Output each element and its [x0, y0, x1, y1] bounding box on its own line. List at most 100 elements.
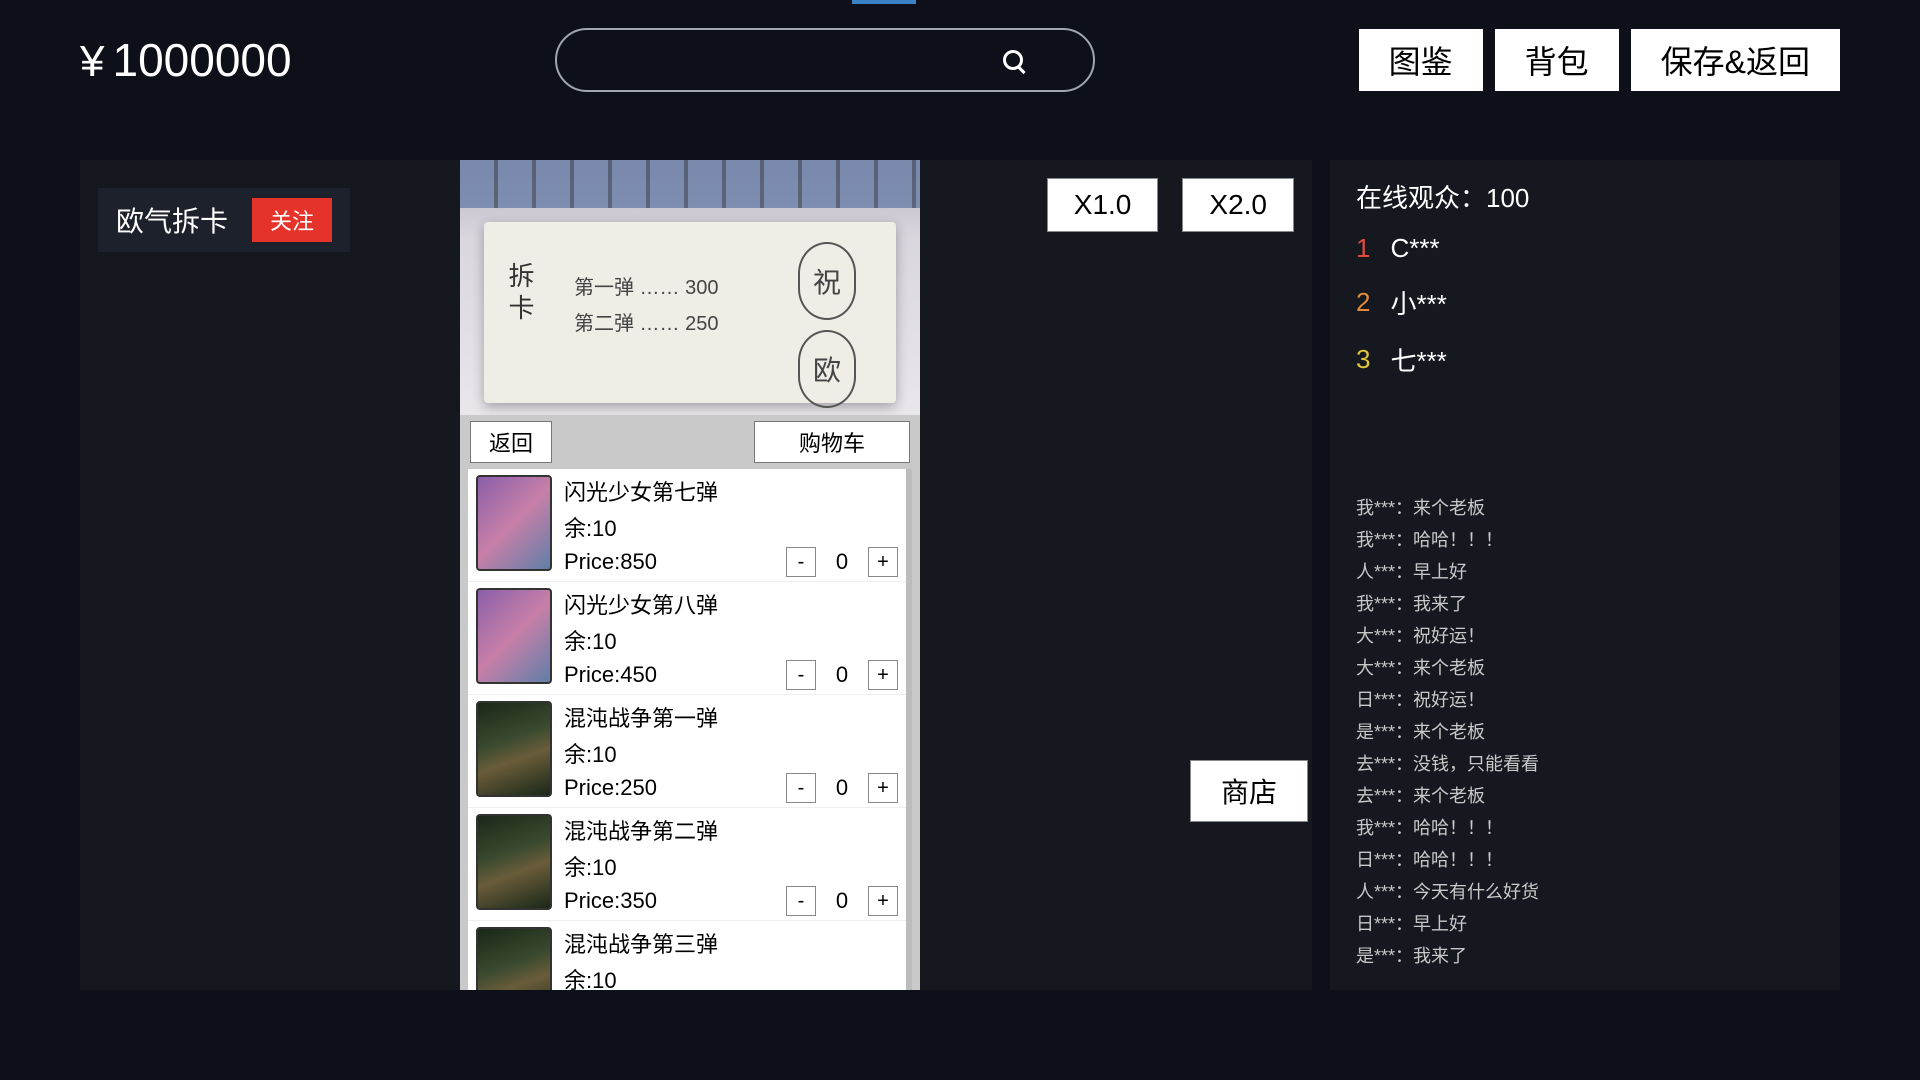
item-stock: 余:10: [564, 963, 898, 990]
shop-back-button[interactable]: 返回: [470, 421, 552, 463]
stream-title: 欧气拆卡: [116, 200, 228, 240]
chat-log[interactable]: 我***：来个老板我***：哈哈！！！ 人***：早上好我***：我来了大***：…: [1356, 492, 1814, 972]
qty-minus-button[interactable]: -: [786, 660, 816, 690]
bag-button[interactable]: 背包: [1495, 29, 1619, 91]
item-price-row: Price:450 -0 +: [564, 660, 898, 690]
qty-controls: -0 +: [786, 773, 898, 803]
item-name: 混沌战争第二弹: [564, 814, 898, 846]
item-name: 混沌战争第三弹: [564, 927, 898, 959]
currency-symbol: ¥: [80, 37, 104, 87]
qty-controls: -0 +: [786, 886, 898, 916]
content: 欧气拆卡 关注 X1.0 X2.0 商店 拆卡 第一弹 …… 300 第二弹 ……: [0, 120, 1920, 990]
top-viewer: 3 七***: [1356, 341, 1814, 378]
item-price: Price:350: [564, 888, 657, 914]
top-viewer-name: 小***: [1390, 284, 1446, 321]
top-viewer-rank: 1: [1356, 233, 1370, 264]
top-indicator: [852, 0, 916, 4]
top-viewer-rank: 2: [1356, 287, 1370, 318]
note-left-text: 拆卡: [502, 262, 539, 326]
item-stock: 余:10: [564, 850, 898, 882]
chat-line: 我***：来个老板: [1356, 492, 1814, 524]
balance-value: 1000000: [112, 33, 291, 87]
speed-1x-button[interactable]: X1.0: [1047, 178, 1159, 232]
search-icon: [1003, 50, 1023, 70]
qty-value: 0: [832, 662, 852, 688]
shop-list[interactable]: 闪光少女第七弹余:10Price:850-0+闪光少女第八弹余:10Price:…: [468, 469, 912, 990]
qty-minus-button[interactable]: -: [786, 886, 816, 916]
item-price: Price:850: [564, 549, 657, 575]
shop-cart-button[interactable]: 购物车: [754, 421, 910, 463]
header: ¥ 1000000 图鉴 背包 保存&返回: [0, 0, 1920, 120]
note-line-2: 第二弹 …… 250: [574, 306, 718, 342]
item-thumbnail: [476, 475, 552, 571]
item-info: 混沌战争第二弹余:10 Price:350 -0 +: [564, 814, 898, 916]
qty-value: 0: [832, 775, 852, 801]
qty-value: 0: [832, 888, 852, 914]
viewers-count: 100: [1486, 183, 1529, 213]
chat-line: 日***：哈哈！！！: [1356, 844, 1814, 876]
chat-line: 是***：我来了: [1356, 940, 1814, 972]
qty-plus-button[interactable]: +: [868, 773, 898, 803]
qty-controls: -0 +: [786, 660, 898, 690]
item-price-row: Price:250 -0 +: [564, 773, 898, 803]
item-price: Price:450: [564, 662, 657, 688]
shop-overlay: 返回 购物车 闪光少女第七弹余:10Price:850-0+闪光少女第八弹余:1…: [460, 415, 920, 990]
qty-plus-button[interactable]: +: [868, 547, 898, 577]
chat-line: 我***：哈哈！！！: [1356, 812, 1814, 844]
chat-line: 是***：来个老板: [1356, 716, 1814, 748]
chat-line: 人***：早上好: [1356, 556, 1814, 588]
qty-minus-button[interactable]: -: [786, 547, 816, 577]
item-info: 混沌战争第一弹余:10 Price:250 -0 +: [564, 701, 898, 803]
item-stock: 余:10: [564, 624, 898, 656]
qty-value: 0: [832, 549, 852, 575]
item-stock: 余:10: [564, 511, 898, 543]
gallery-button[interactable]: 图鉴: [1359, 29, 1483, 91]
item-price-row: Price:850 -0 +: [564, 547, 898, 577]
note-seals: 祝 欧: [798, 242, 868, 383]
chat-line: 去***：没钱，只能看看: [1356, 748, 1814, 780]
nav-buttons: 图鉴 背包 保存&返回: [1359, 29, 1840, 91]
item-thumbnail: [476, 814, 552, 910]
top-viewer: 1C***: [1356, 233, 1814, 264]
video-background-cards: [460, 160, 920, 208]
video-area: 拆卡 第一弹 …… 300 第二弹 …… 250 祝 欧: [460, 160, 920, 415]
viewers-line: 在线观众：100: [1356, 178, 1814, 215]
shop-item: 混沌战争第一弹余:10 Price:250 -0 +: [468, 695, 906, 808]
chat-line: 大***：来个老板: [1356, 652, 1814, 684]
chat-line: 我***：我来了: [1356, 588, 1814, 620]
chat-line: 大***：祝好运！: [1356, 620, 1814, 652]
speed-2x-button[interactable]: X2.0: [1182, 178, 1294, 232]
item-thumbnail: [476, 588, 552, 684]
handwritten-note: 拆卡 第一弹 …… 300 第二弹 …… 250 祝 欧: [484, 222, 896, 403]
item-name: 混沌战争第一弹: [564, 701, 898, 733]
follow-button[interactable]: 关注: [252, 198, 332, 242]
stream-header: 欧气拆卡 关注: [98, 188, 350, 252]
item-name: 闪光少女第八弹: [564, 588, 898, 620]
qty-plus-button[interactable]: +: [868, 660, 898, 690]
shop-item: 混沌战争第二弹余:10 Price:350 -0 +: [468, 808, 906, 921]
shop-button[interactable]: 商店: [1190, 760, 1308, 822]
item-thumbnail: [476, 927, 552, 990]
search-input[interactable]: [555, 28, 1095, 92]
item-info: 闪光少女第七弹余:10 Price:850 -0 +: [564, 475, 898, 577]
item-price: Price:250: [564, 775, 657, 801]
note-seal-1: 祝: [798, 242, 856, 320]
qty-minus-button[interactable]: -: [786, 773, 816, 803]
item-stock: 余:10: [564, 737, 898, 769]
note-lines: 第一弹 …… 300 第二弹 …… 250: [574, 270, 718, 342]
shop-item: 闪光少女第八弹余:10 Price:450 -0 +: [468, 582, 906, 695]
top-viewer: 2 小***: [1356, 284, 1814, 321]
search-wrap: [292, 28, 1359, 92]
shop-item: 闪光少女第七弹余:10 Price:850 -0 +: [468, 469, 906, 582]
speed-buttons: X1.0 X2.0: [1047, 178, 1294, 232]
top-viewer-rank: 3: [1356, 344, 1370, 375]
item-thumbnail: [476, 701, 552, 797]
chat-spacer: [1356, 398, 1814, 492]
chat-line: 人***：今天有什么好货: [1356, 876, 1814, 908]
viewers-label: 在线观众：: [1356, 183, 1486, 213]
item-name: 闪光少女第七弹: [564, 475, 898, 507]
top-viewer-name: 七***: [1390, 341, 1446, 378]
qty-plus-button[interactable]: +: [868, 886, 898, 916]
qty-controls: -0 +: [786, 547, 898, 577]
save-return-button[interactable]: 保存&返回: [1631, 29, 1840, 91]
